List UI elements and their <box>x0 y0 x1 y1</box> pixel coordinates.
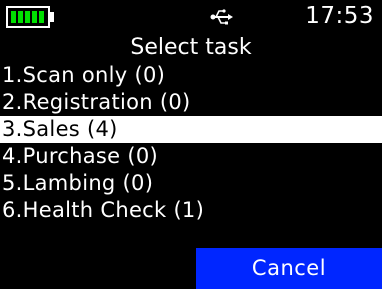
menu-item-lambing[interactable]: 5.Lambing (0) <box>0 170 382 197</box>
task-menu: 1.Scan only (0) 2.Registration (0) 3.Sal… <box>0 62 382 224</box>
battery-level-bar <box>25 11 30 23</box>
menu-item-purchase[interactable]: 4.Purchase (0) <box>0 143 382 170</box>
menu-item-sales[interactable]: 3.Sales (4) <box>0 116 382 143</box>
battery-icon <box>6 6 54 28</box>
battery-body <box>6 6 50 28</box>
cancel-button[interactable]: Cancel <box>196 248 382 289</box>
menu-item-scan-only[interactable]: 1.Scan only (0) <box>0 62 382 89</box>
clock-time: 17:53 <box>305 3 374 29</box>
battery-level-bar <box>32 11 37 23</box>
menu-item-registration[interactable]: 2.Registration (0) <box>0 89 382 116</box>
battery-level-bar <box>11 11 16 23</box>
battery-cap <box>50 12 54 22</box>
usb-icon <box>210 9 233 25</box>
battery-level-bar <box>39 11 44 23</box>
device-screen: 17:53 Select task 1.Scan only (0) 2.Regi… <box>0 0 382 289</box>
menu-item-health-check[interactable]: 6.Health Check (1) <box>0 197 382 224</box>
page-title: Select task <box>130 35 252 60</box>
battery-level-bar <box>18 11 23 23</box>
